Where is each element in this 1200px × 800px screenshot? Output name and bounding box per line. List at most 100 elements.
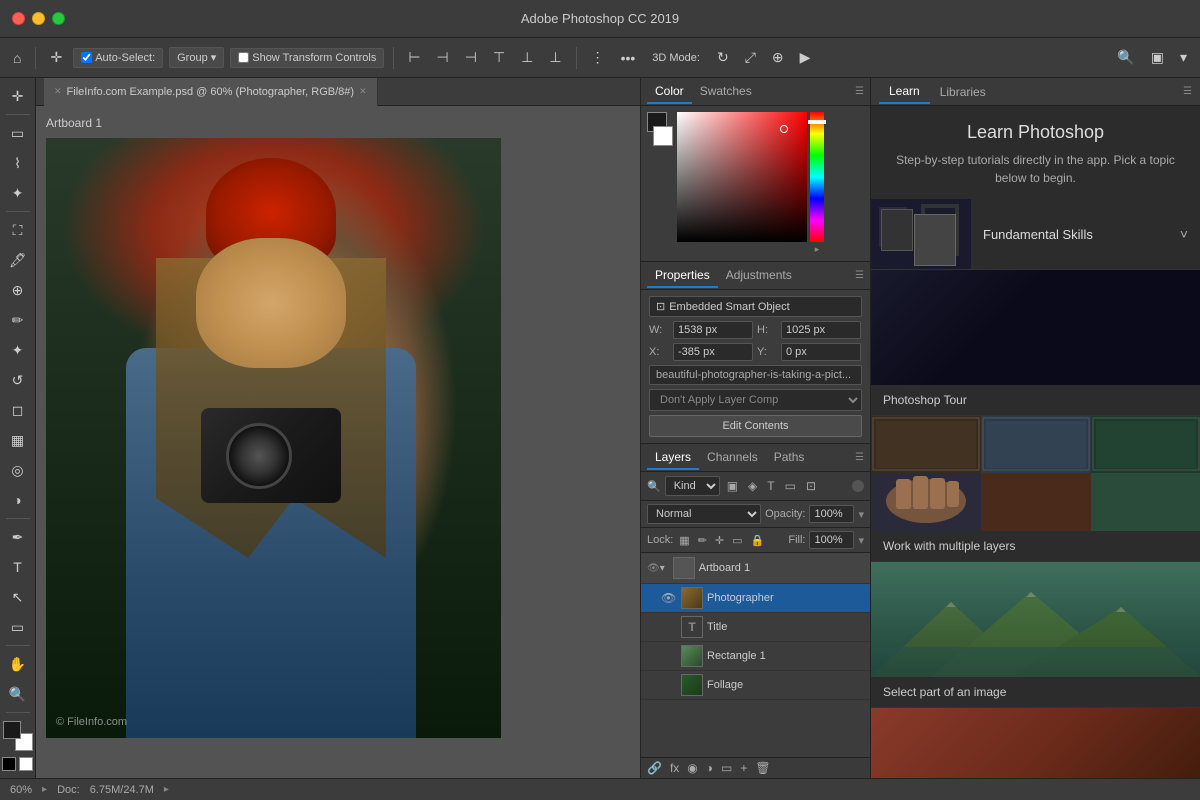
- group-dropdown[interactable]: Group ▾: [169, 47, 224, 68]
- color-saturation-value[interactable]: [677, 112, 807, 242]
- blend-mode-select[interactable]: Normal: [647, 504, 761, 524]
- section-header-fundamental[interactable]: Fundamental Skills ˅: [871, 199, 1200, 270]
- opacity-input[interactable]: [809, 505, 854, 523]
- fill-arrow-icon[interactable]: ▾: [858, 534, 864, 547]
- show-transform-checkbox[interactable]: [238, 52, 249, 63]
- lock-transparent-btn[interactable]: ▦: [677, 532, 691, 549]
- close-button[interactable]: [12, 12, 25, 25]
- zoom-tool[interactable]: 🔍: [3, 680, 33, 708]
- lock-position-btn[interactable]: ✛: [713, 532, 726, 549]
- filter-shape-icon[interactable]: ▭: [782, 478, 799, 494]
- align-right-icon[interactable]: ⊣: [460, 46, 482, 69]
- delete-layer-btn[interactable]: 🗑: [755, 761, 770, 775]
- layer-title[interactable]: T Title: [641, 613, 870, 642]
- shape-tool[interactable]: ▭: [3, 613, 33, 641]
- props-panel-menu-icon[interactable]: ☰: [855, 270, 864, 281]
- home-icon[interactable]: ⌂: [8, 47, 26, 69]
- kind-filter-select[interactable]: Kind: [665, 476, 720, 496]
- layer-photographer[interactable]: 👁 Photographer: [641, 584, 870, 613]
- align-left-icon[interactable]: ⊢: [403, 46, 425, 69]
- h-input[interactable]: [781, 321, 861, 339]
- workspace-icon[interactable]: ▾: [1175, 46, 1192, 69]
- layer-vis-photographer[interactable]: 👁: [661, 591, 677, 605]
- fill-input[interactable]: [809, 531, 854, 549]
- zoom-arrow-icon[interactable]: ▸: [42, 784, 47, 795]
- layers-panel-menu-icon[interactable]: ☰: [855, 452, 864, 463]
- filter-smart-icon[interactable]: ⊡: [803, 478, 819, 494]
- add-mask-btn[interactable]: ◉: [687, 761, 697, 775]
- history-brush-tool[interactable]: ↺: [3, 366, 33, 394]
- layer-follage[interactable]: Follage: [641, 671, 870, 700]
- opacity-arrow-icon[interactable]: ▾: [858, 508, 864, 521]
- crop-tool[interactable]: ⛶: [3, 216, 33, 244]
- tab-learn[interactable]: Learn: [879, 80, 930, 104]
- filter-type-icon[interactable]: T: [764, 478, 777, 494]
- 3d-rotate-icon[interactable]: ↻: [712, 46, 734, 69]
- hand-tool[interactable]: ✋: [3, 650, 33, 678]
- quick-mask-icon[interactable]: [2, 757, 16, 771]
- arrange-icon[interactable]: ▣: [1146, 46, 1169, 69]
- lock-all-btn[interactable]: 🔒: [749, 532, 767, 549]
- tab-adjustments[interactable]: Adjustments: [718, 264, 800, 288]
- maximize-button[interactable]: [52, 12, 65, 25]
- eyedropper-tool[interactable]: 🖋: [3, 246, 33, 274]
- move-tool[interactable]: ✛: [3, 82, 33, 110]
- align-center-h-icon[interactable]: ⊥: [516, 46, 538, 69]
- lasso-tool[interactable]: ⌇: [3, 149, 33, 177]
- tutorial-card-layers[interactable]: Work with multiple layers: [871, 416, 1200, 562]
- new-adjustment-btn[interactable]: ◑: [706, 761, 713, 775]
- link-layers-btn[interactable]: 🔗: [647, 761, 662, 775]
- tab-layers[interactable]: Layers: [647, 446, 699, 470]
- auto-select-checkbox[interactable]: [81, 52, 92, 63]
- gradient-tool[interactable]: ▦: [3, 426, 33, 454]
- 3d-move-icon[interactable]: ⤢: [740, 46, 761, 69]
- filter-adjust-icon[interactable]: ◈: [745, 478, 760, 494]
- edit-contents-button[interactable]: Edit Contents: [649, 415, 862, 437]
- tab-paths[interactable]: Paths: [766, 446, 813, 470]
- 3d-video-icon[interactable]: ▶: [795, 46, 816, 69]
- learn-panel-menu-icon[interactable]: ☰: [1183, 86, 1192, 97]
- w-input[interactable]: [673, 321, 753, 339]
- foreground-color-swatch[interactable]: [3, 721, 21, 739]
- move-tool-icon[interactable]: ✛: [45, 46, 67, 69]
- magic-wand-tool[interactable]: ✦: [3, 179, 33, 207]
- brush-tool[interactable]: ✏: [3, 306, 33, 334]
- lock-image-btn[interactable]: ✏: [696, 532, 709, 549]
- artboard-vis-icon[interactable]: 👁: [647, 563, 660, 574]
- fx-btn[interactable]: fx: [670, 761, 679, 775]
- layer-rectangle[interactable]: Rectangle 1: [641, 642, 870, 671]
- document-tab[interactable]: ✕ FileInfo.com Example.psd @ 60% (Photog…: [44, 78, 378, 106]
- show-transform-toggle[interactable]: Show Transform Controls: [230, 48, 384, 68]
- align-center-v-icon[interactable]: ⊣: [432, 46, 454, 69]
- photo-canvas[interactable]: © FileInfo.com: [46, 138, 501, 738]
- layer-comp-select[interactable]: Don't Apply Layer Comp: [649, 389, 862, 411]
- marquee-tool[interactable]: ▭: [3, 119, 33, 147]
- color-panel-menu-icon[interactable]: ☰: [855, 86, 864, 97]
- type-tool[interactable]: T: [3, 553, 33, 581]
- background-swatch[interactable]: [653, 126, 673, 146]
- tutorial-card-select[interactable]: Select part of an image: [871, 562, 1200, 708]
- dodge-tool[interactable]: ◑: [3, 486, 33, 514]
- pen-tool[interactable]: ✒: [3, 523, 33, 551]
- auto-select-toggle[interactable]: Auto-Select:: [73, 48, 163, 68]
- clone-tool[interactable]: ✦: [3, 336, 33, 364]
- filter-pixel-icon[interactable]: ▣: [724, 478, 741, 494]
- hue-slider-bar[interactable]: [810, 112, 824, 242]
- 3d-scale-icon[interactable]: ⊕: [767, 46, 789, 69]
- artboard-group[interactable]: 👁 ▾ Artboard 1: [641, 553, 870, 584]
- lock-artboard-btn[interactable]: ▭: [730, 532, 744, 549]
- y-input[interactable]: [781, 343, 861, 361]
- healing-tool[interactable]: ⊕: [3, 276, 33, 304]
- x-input[interactable]: [673, 343, 753, 361]
- tab-close-x[interactable]: ✕: [54, 86, 62, 97]
- tab-channels[interactable]: Channels: [699, 446, 766, 470]
- new-group-btn[interactable]: ▭: [721, 761, 732, 775]
- blur-tool[interactable]: ◎: [3, 456, 33, 484]
- align-bottom-icon[interactable]: ⊥: [544, 46, 566, 69]
- tab-properties[interactable]: Properties: [647, 264, 718, 288]
- tab-libraries[interactable]: Libraries: [930, 81, 996, 103]
- tab-swatches[interactable]: Swatches: [692, 80, 760, 104]
- minimize-button[interactable]: [32, 12, 45, 25]
- distribute-icon[interactable]: ⋮: [586, 46, 610, 69]
- color-selector[interactable]: [3, 721, 33, 751]
